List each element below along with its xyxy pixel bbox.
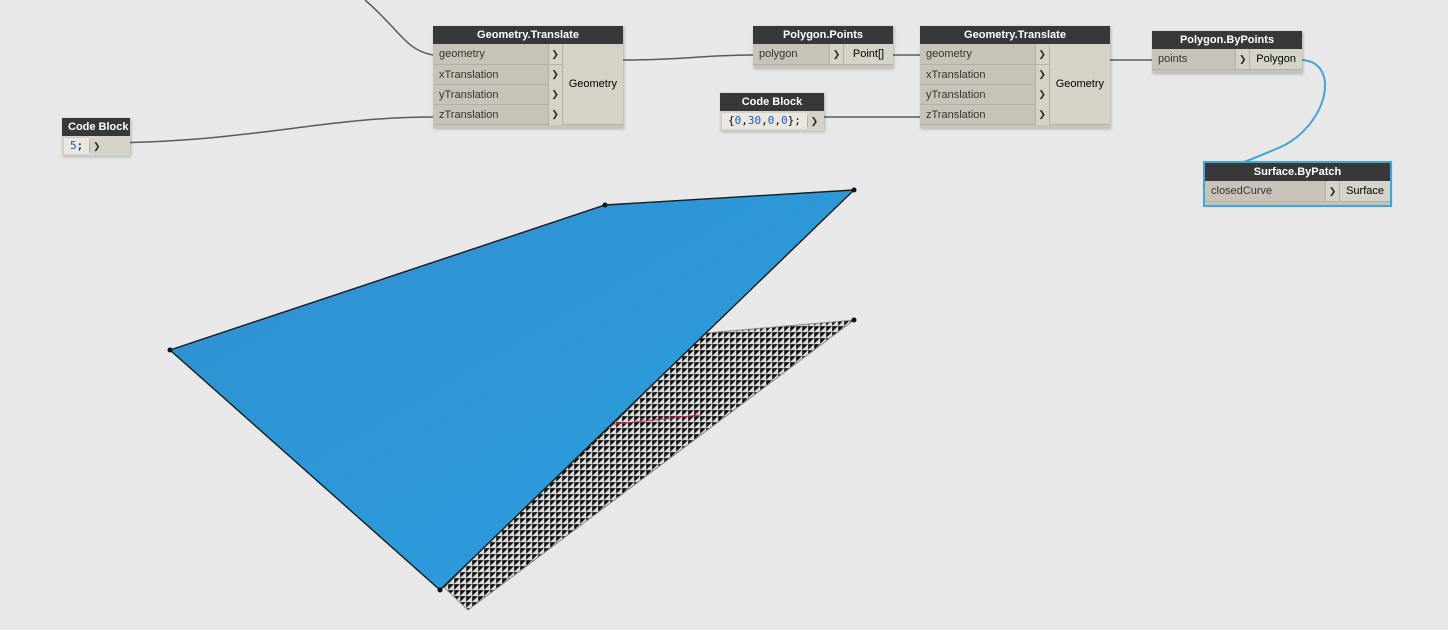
node-footer	[920, 124, 1110, 128]
chevron-right-icon: ❯	[1035, 44, 1049, 64]
wire	[365, 0, 433, 55]
output-port-geometry[interactable]: Geometry	[562, 44, 623, 124]
wire	[95, 117, 433, 143]
chevron-right-icon: ❯	[1325, 181, 1339, 201]
node-title: Polygon.Points	[753, 26, 893, 44]
chevron-right-icon: ❯	[548, 85, 562, 105]
input-port-xtranslation[interactable]: xTranslation❯	[920, 64, 1049, 84]
code-block-body[interactable]: 5; ❯	[62, 136, 130, 156]
node-polygon-bypoints[interactable]: Polygon.ByPoints points❯ Polygon	[1152, 31, 1302, 73]
output-port-geometry[interactable]: Geometry	[1049, 44, 1110, 124]
node-title: Code Block	[720, 93, 824, 111]
node-title: Surface.ByPatch	[1205, 163, 1390, 181]
input-port-ztranslation[interactable]: zTranslation❯	[433, 104, 562, 124]
chevron-right-icon: ❯	[548, 105, 562, 125]
input-port-polygon[interactable]: polygon❯	[753, 44, 843, 64]
output-port-surface[interactable]: Surface	[1339, 181, 1390, 201]
code-text[interactable]: 5;	[64, 138, 89, 154]
node-title: Polygon.ByPoints	[1152, 31, 1302, 49]
chevron-right-icon: ❯	[548, 44, 562, 64]
chevron-right-icon: ❯	[548, 65, 562, 85]
input-port-geometry[interactable]: geometry❯	[920, 44, 1049, 64]
node-footer	[433, 124, 623, 128]
node-code-block-2[interactable]: Code Block {0,30,0,0}; ❯	[720, 93, 824, 131]
input-port-points[interactable]: points❯	[1152, 49, 1249, 69]
code-text[interactable]: {0,30,0,0};	[722, 113, 807, 129]
wire	[622, 55, 753, 60]
output-port-polygon[interactable]: Polygon	[1249, 49, 1302, 69]
node-title: Geometry.Translate	[433, 26, 623, 44]
node-polygon-points[interactable]: Polygon.Points polygon❯ Point[]	[753, 26, 893, 68]
input-port-geometry[interactable]: geometry❯	[433, 44, 562, 64]
chevron-right-icon: ❯	[1035, 85, 1049, 105]
output-port[interactable]: ❯	[89, 141, 103, 152]
chevron-right-icon: ❯	[1235, 49, 1249, 69]
code-block-body[interactable]: {0,30,0,0}; ❯	[720, 111, 824, 131]
node-title: Code Block	[62, 118, 130, 136]
output-port[interactable]: ❯	[807, 116, 821, 127]
geometry-preview	[160, 170, 880, 630]
chevron-right-icon: ❯	[1035, 65, 1049, 85]
node-geometry-translate-2[interactable]: Geometry.Translate geometry❯ xTranslatio…	[920, 26, 1110, 128]
node-title: Geometry.Translate	[920, 26, 1110, 44]
node-footer	[1205, 201, 1390, 205]
input-port-ztranslation[interactable]: zTranslation❯	[920, 104, 1049, 124]
node-code-block-1[interactable]: Code Block 5; ❯	[62, 118, 130, 156]
node-surface-bypatch[interactable]: Surface.ByPatch closedCurve❯ Surface	[1205, 163, 1390, 205]
chevron-right-icon: ❯	[829, 44, 843, 64]
input-port-ytranslation[interactable]: yTranslation❯	[920, 84, 1049, 104]
node-geometry-translate-1[interactable]: Geometry.Translate geometry❯ xTranslatio…	[433, 26, 623, 128]
input-port-closedcurve[interactable]: closedCurve❯	[1205, 181, 1339, 201]
input-port-ytranslation[interactable]: yTranslation❯	[433, 84, 562, 104]
node-footer	[1152, 69, 1302, 73]
chevron-right-icon: ❯	[1035, 105, 1049, 125]
output-port-points[interactable]: Point[]	[843, 44, 893, 64]
input-port-xtranslation[interactable]: xTranslation❯	[433, 64, 562, 84]
node-footer	[753, 64, 893, 68]
